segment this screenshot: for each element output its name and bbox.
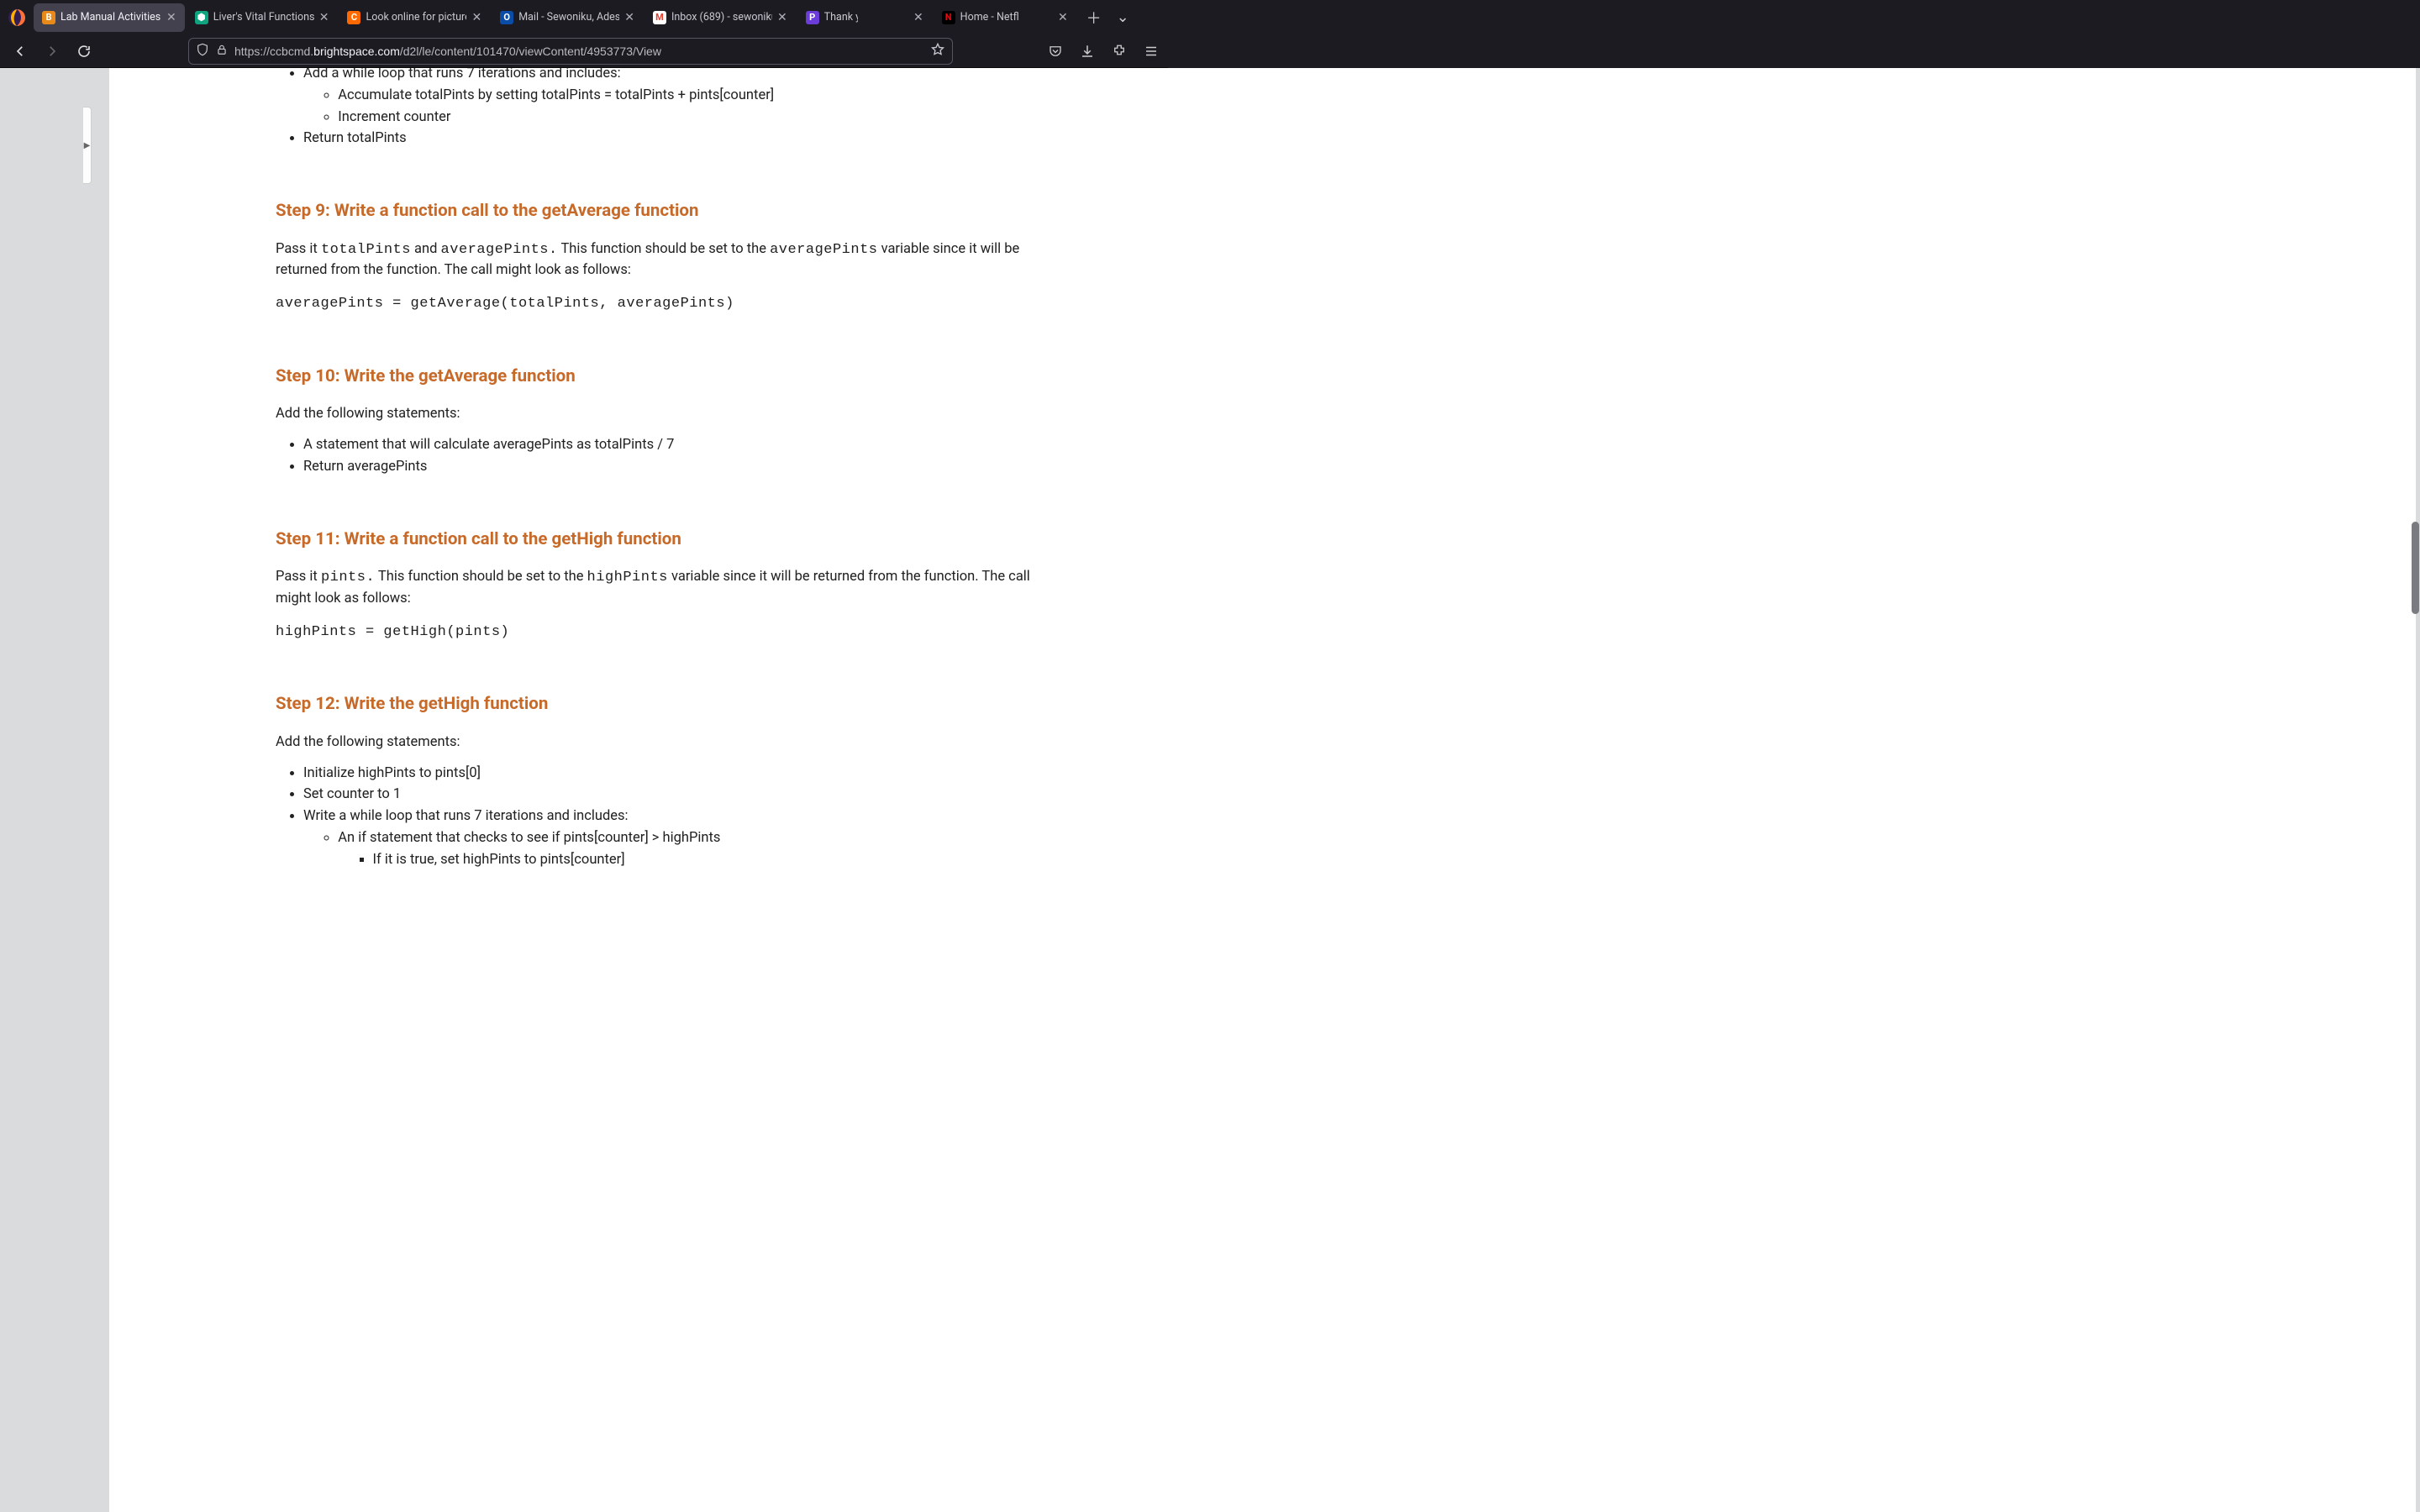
- document-body: Add a while loop that runs 7 iterations …: [276, 68, 1065, 871]
- tab-lab-manual[interactable]: B Lab Manual Activities 9 - ✕: [34, 3, 185, 32]
- url-domain: brightspace.com: [313, 45, 400, 58]
- tab-look-online[interactable]: C Look online for pictures o ✕: [339, 3, 490, 32]
- code-inline: highPints: [587, 570, 668, 585]
- tab-label: Thank you: [824, 11, 858, 24]
- url-sub: ccbcmd.: [270, 45, 313, 58]
- url-bar[interactable]: https://ccbcmd.brightspace.com/d2l/le/co…: [188, 38, 953, 65]
- step9-heading: Step 9: Write a function call to the get…: [276, 198, 1065, 224]
- scrollbar-thumb[interactable]: [2412, 522, 2419, 614]
- list-item: An if statement that checks to see if pi…: [338, 828, 1065, 849]
- favicon-gmail-icon: M: [653, 11, 666, 24]
- tab-outlook-mail[interactable]: O Mail - Sewoniku, Adesola ✕: [492, 3, 643, 32]
- back-button[interactable]: [8, 44, 32, 59]
- url-path: /d2l/le/content/101470/viewContent/49537…: [400, 45, 661, 58]
- firefox-logo-icon: [5, 6, 29, 29]
- shield-icon[interactable]: [196, 43, 209, 60]
- list-item: Add a while loop that runs 7 iterations …: [303, 68, 1065, 85]
- close-icon[interactable]: ✕: [1058, 12, 1068, 24]
- all-tabs-button[interactable]: ⌄: [1117, 8, 1129, 26]
- step11-paragraph: Pass it pints. This function should be s…: [276, 567, 1065, 609]
- toolbar-right: [1047, 44, 1160, 59]
- step11-heading: Step 11: Write a function call to the ge…: [276, 527, 1065, 553]
- lock-icon[interactable]: [216, 44, 228, 59]
- downloads-icon[interactable]: [1079, 44, 1096, 59]
- step11-code-block: highPints = getHigh(pints): [276, 622, 1065, 643]
- reload-button[interactable]: [72, 44, 96, 59]
- favicon-chegg-icon: C: [347, 11, 360, 24]
- code-inline: totalPints: [321, 242, 411, 258]
- tab-label: Home - Netflix: [960, 11, 1019, 24]
- pocket-icon[interactable]: [1047, 44, 1064, 59]
- favicon-netflix-icon: N: [942, 11, 955, 24]
- step10-paragraph: Add the following statements:: [276, 404, 1065, 425]
- text: This function should be set to the: [375, 569, 587, 585]
- tab-strip: B Lab Manual Activities 9 - ✕ ⬢ Liver's …: [0, 0, 1168, 34]
- list-item: Write a while loop that runs 7 iteration…: [303, 806, 1065, 827]
- favicon-outlook-icon: O: [500, 11, 513, 24]
- tab-label: Lab Manual Activities 9 -: [60, 11, 161, 24]
- tab-label: Liver's Vital Functions.: [213, 11, 314, 24]
- tab-label: Look online for pictures o: [366, 11, 466, 24]
- tab-livers-vital[interactable]: ⬢ Liver's Vital Functions. ✕: [187, 3, 338, 32]
- step12-list: Initialize highPints to pints[0] Set cou…: [303, 764, 1065, 827]
- cutoff-return-list: Return totalPints: [303, 129, 1065, 150]
- text: and: [411, 241, 441, 257]
- close-icon[interactable]: ✕: [166, 12, 176, 24]
- bookmark-star-icon[interactable]: [930, 42, 945, 60]
- list-item: Set counter to 1: [303, 785, 1065, 806]
- scrollbar-track[interactable]: [2410, 68, 2420, 1512]
- favicon-chatgpt-icon: ⬢: [195, 11, 208, 24]
- tab-thank-you[interactable]: P Thank you ✕: [797, 3, 932, 32]
- forward-button[interactable]: [40, 44, 64, 59]
- tab-netflix[interactable]: N Home - Netflix ✕: [934, 3, 1076, 32]
- close-icon[interactable]: ✕: [319, 12, 329, 24]
- sidebar-expand-handle[interactable]: ▶: [83, 107, 92, 184]
- step12-heading: Step 12: Write the getHigh function: [276, 691, 1065, 717]
- code-inline: pints.: [321, 570, 375, 585]
- text: This function should be set to the: [558, 241, 770, 257]
- list-item: A statement that will calculate averageP…: [303, 435, 1065, 456]
- url-scheme: https://: [234, 45, 270, 58]
- content-viewport: ▶ Add a while loop that runs 7 iteration…: [0, 68, 2420, 1512]
- step9-code-block: averagePints = getAverage(totalPints, av…: [276, 293, 1065, 315]
- code-inline: averagePints.: [441, 242, 558, 258]
- document-page: Add a while loop that runs 7 iterations …: [109, 68, 2416, 1512]
- menu-icon[interactable]: [1143, 44, 1160, 59]
- favicon-brightspace-icon: B: [42, 11, 55, 24]
- tab-gmail-inbox[interactable]: M Inbox (689) - sewonikuad ✕: [644, 3, 796, 32]
- text: Pass it: [276, 241, 321, 257]
- close-icon[interactable]: ✕: [777, 12, 787, 24]
- tab-label: Mail - Sewoniku, Adesola: [518, 11, 619, 24]
- cutoff-sublist: Accumulate totalPints by setting totalPi…: [338, 86, 1065, 129]
- toolbar: https://ccbcmd.brightspace.com/d2l/le/co…: [0, 34, 1168, 68]
- step12-subsublist: If it is true, set highPints to pints[co…: [373, 850, 1066, 871]
- list-item: Return totalPints: [303, 129, 1065, 150]
- text: Pass it: [276, 569, 321, 585]
- list-item: Increment counter: [338, 108, 1065, 129]
- list-item: Accumulate totalPints by setting totalPi…: [338, 86, 1065, 107]
- step10-heading: Step 10: Write the getAverage function: [276, 364, 1065, 390]
- list-item: Return averagePints: [303, 457, 1065, 478]
- list-item: Initialize highPints to pints[0]: [303, 764, 1065, 785]
- step12-paragraph: Add the following statements:: [276, 732, 1065, 753]
- url-text: https://ccbcmd.brightspace.com/d2l/le/co…: [234, 45, 923, 58]
- tab-label: Inbox (689) - sewonikuad: [671, 11, 772, 24]
- list-item: If it is true, set highPints to pints[co…: [373, 850, 1066, 871]
- new-tab-button[interactable]: ＋: [1086, 7, 1102, 29]
- step10-list: A statement that will calculate averageP…: [303, 435, 1065, 478]
- close-icon[interactable]: ✕: [913, 12, 923, 24]
- code-inline: averagePints: [770, 242, 877, 258]
- extensions-icon[interactable]: [1111, 44, 1128, 59]
- step9-paragraph: Pass it totalPints and averagePints. Thi…: [276, 239, 1065, 281]
- step12-sublist: An if statement that checks to see if pi…: [338, 828, 1065, 849]
- close-icon[interactable]: ✕: [624, 12, 634, 24]
- favicon-p-icon: P: [806, 11, 819, 24]
- tab-controls: ＋ ⌄: [1086, 7, 1129, 29]
- close-icon[interactable]: ✕: [471, 12, 481, 24]
- cutoff-list: Add a while loop that runs 7 iterations …: [303, 68, 1065, 85]
